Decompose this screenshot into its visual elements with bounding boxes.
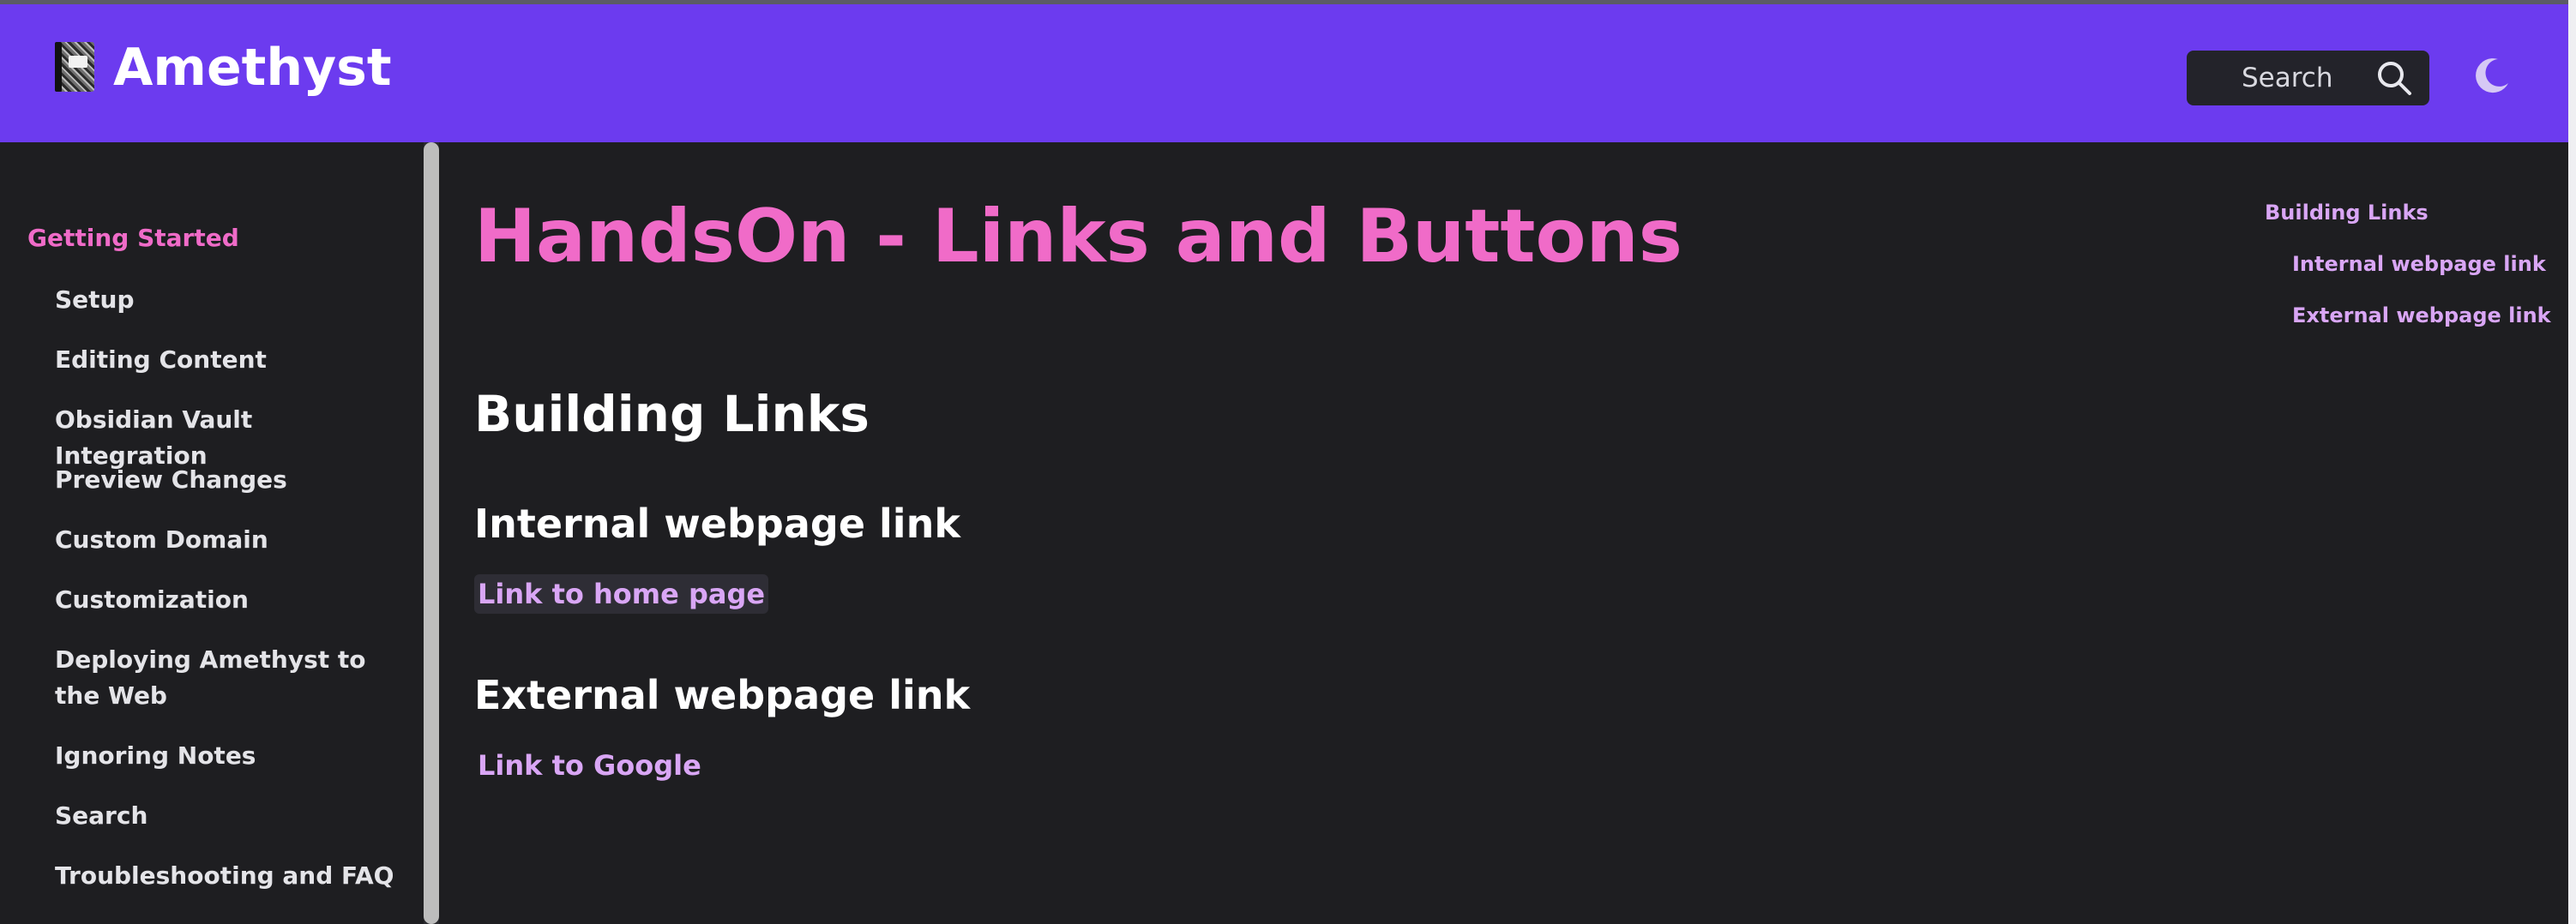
sidebar-item-setup[interactable]: Setup	[55, 282, 398, 318]
search-icon	[2378, 62, 2411, 95]
sidebar-item-deploying[interactable]: Deploying Amethyst to the Web	[55, 642, 389, 714]
toc-item-external-link[interactable]: External webpage link	[2292, 303, 2551, 327]
moon-icon[interactable]	[2472, 56, 2512, 95]
sidebar: Getting Started Setup Editing Content Ob…	[0, 142, 424, 924]
toc-item-building-links[interactable]: Building Links	[2265, 201, 2429, 225]
sidebar-heading[interactable]: Getting Started	[27, 224, 239, 252]
search-button[interactable]: Search	[2187, 51, 2429, 105]
search-label: Search	[2242, 63, 2333, 93]
section-heading-building-links: Building Links	[474, 385, 870, 443]
top-header: Amethyst Search	[0, 4, 2568, 142]
sidebar-item-preview-changes[interactable]: Preview Changes	[55, 462, 398, 498]
link-google[interactable]: Link to Google	[474, 746, 705, 785]
sidebar-scrollbar-thumb[interactable]	[424, 142, 439, 924]
sidebar-item-troubleshooting[interactable]: Troubleshooting and FAQ	[55, 858, 398, 894]
sidebar-scrollbar[interactable]	[424, 142, 439, 924]
site-title[interactable]: Amethyst	[113, 42, 392, 93]
sidebar-item-editing-content[interactable]: Editing Content	[55, 342, 398, 378]
notebook-icon	[55, 42, 94, 93]
sidebar-item-customization[interactable]: Customization	[55, 582, 398, 618]
toc-item-internal-link[interactable]: Internal webpage link	[2292, 252, 2546, 276]
sidebar-item-ignoring-notes[interactable]: Ignoring Notes	[55, 738, 398, 774]
site-logo[interactable]: Amethyst	[55, 42, 392, 93]
page-title: HandsOn - Links and Buttons	[474, 194, 1682, 279]
window-right-edge	[2568, 0, 2576, 924]
heading-internal-link: Internal webpage link	[474, 501, 960, 547]
sidebar-item-custom-domain[interactable]: Custom Domain	[55, 522, 398, 558]
link-home-page[interactable]: Link to home page	[474, 574, 769, 614]
sidebar-item-search[interactable]: Search	[55, 798, 398, 834]
heading-external-link: External webpage link	[474, 672, 971, 718]
